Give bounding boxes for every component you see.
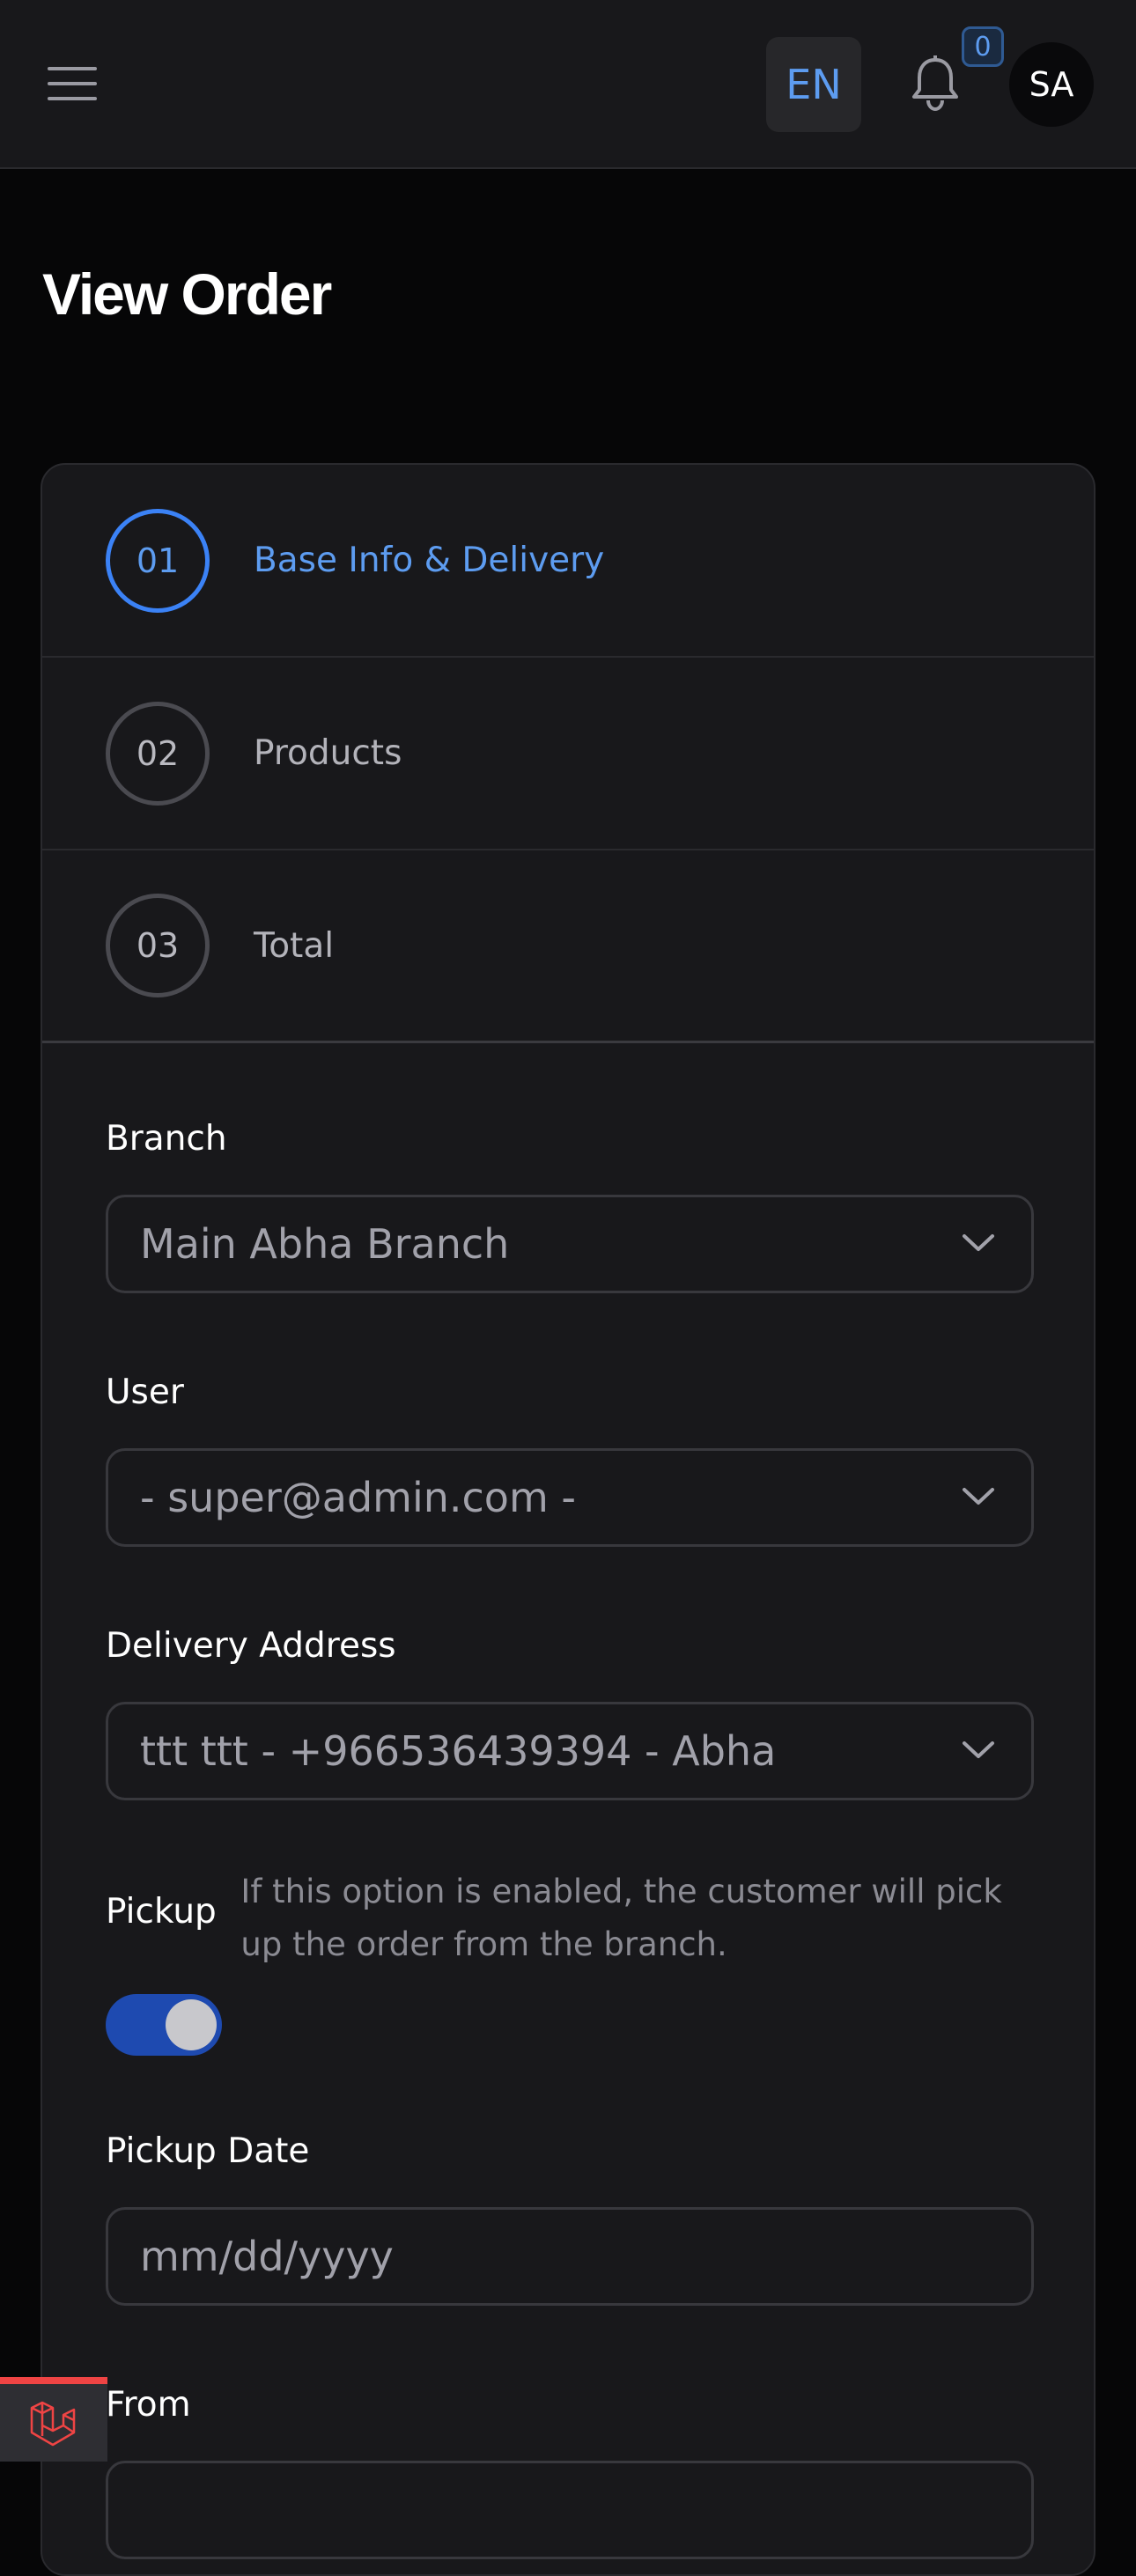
delivery-address-select[interactable]: ttt ttt - +966536439394 - Abha <box>106 1702 1034 1800</box>
chevron-down-icon <box>963 1488 994 1505</box>
step-total[interactable]: 03 Total <box>42 850 1094 1043</box>
step-label: Base Info & Delivery <box>254 541 605 580</box>
step-base-info[interactable]: 01 Base Info & Delivery <box>42 465 1094 658</box>
avatar[interactable]: SA <box>1009 42 1094 127</box>
laravel-logo-icon <box>30 2401 76 2447</box>
step-number: 01 <box>106 508 210 613</box>
step-number: 03 <box>106 894 210 997</box>
from-input[interactable] <box>106 2461 1034 2559</box>
pickup-toggle[interactable] <box>106 1994 222 2056</box>
notification-badge: 0 <box>962 26 1004 67</box>
step-label: Products <box>254 733 402 773</box>
branch-select[interactable]: Main Abha Branch <box>106 1195 1034 1293</box>
user-label: User <box>106 1373 184 1412</box>
delivery-address-value: ttt ttt - +966536439394 - Abha <box>140 1727 777 1775</box>
step-label: Total <box>254 925 335 966</box>
bell-icon[interactable] <box>907 55 963 113</box>
branch-label: Branch <box>106 1119 227 1159</box>
chevron-down-icon <box>963 1741 994 1758</box>
language-button[interactable]: EN <box>766 37 861 132</box>
branch-value: Main Abha Branch <box>140 1220 510 1268</box>
chevron-down-icon <box>963 1234 994 1251</box>
order-form: Branch Main Abha Branch User - super@adm… <box>42 1043 1094 2559</box>
top-bar: EN 0 SA <box>0 0 1136 169</box>
delivery-address-label: Delivery Address <box>106 1626 396 1666</box>
user-select[interactable]: - super@admin.com - <box>106 1448 1034 1547</box>
from-label: From <box>106 2385 191 2425</box>
menu-icon[interactable] <box>48 65 99 102</box>
user-value: - super@admin.com - <box>140 1474 576 1521</box>
pickup-date-label: Pickup Date <box>106 2131 310 2171</box>
laravel-debugbar[interactable] <box>0 2377 107 2462</box>
pickup-date-placeholder: mm/dd/yyyy <box>140 2233 394 2280</box>
pickup-row: Pickup If this option is enabled, the cu… <box>106 1866 1030 1971</box>
page-title: View Order <box>42 261 332 327</box>
step-number: 02 <box>106 701 210 806</box>
pickup-date-input[interactable]: mm/dd/yyyy <box>106 2207 1034 2306</box>
toggle-knob <box>166 1999 217 2050</box>
pickup-label: Pickup <box>106 1892 217 1932</box>
order-card: 01 Base Info & Delivery 02 Products 03 T… <box>41 463 1095 2576</box>
step-products[interactable]: 02 Products <box>42 658 1094 850</box>
pickup-help-text: If this option is enabled, the customer … <box>240 1873 1002 1963</box>
